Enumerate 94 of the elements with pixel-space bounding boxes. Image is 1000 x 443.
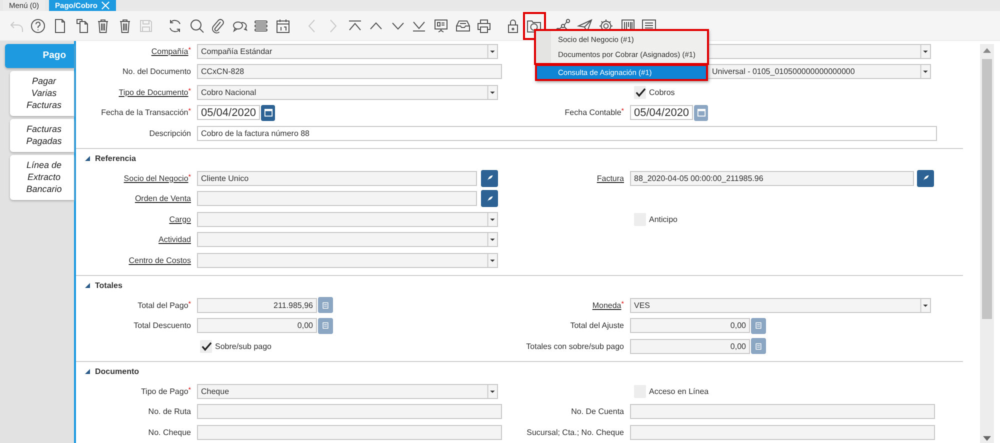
search-field[interactable] <box>197 191 477 206</box>
caret-icon <box>487 44 497 59</box>
field-label: Cargo <box>168 214 192 224</box>
scroll-up-icon[interactable] <box>983 48 991 53</box>
folder-button[interactable] <box>524 12 546 38</box>
dropdown-field[interactable]: Cheque <box>197 384 498 399</box>
save-icon <box>138 18 154 34</box>
text-field[interactable]: Cobro de la factura número 88 <box>197 126 937 141</box>
lookup-button[interactable] <box>481 190 498 208</box>
lookup-button[interactable] <box>481 170 498 187</box>
caret-icon <box>487 252 497 268</box>
paperclip-icon <box>210 18 226 34</box>
refresh-icon <box>166 18 183 34</box>
calendar-icon <box>274 18 291 34</box>
checkbox-label: Acceso en Línea <box>649 386 709 396</box>
help-icon <box>30 18 46 34</box>
search-icon <box>188 18 205 34</box>
caret-icon <box>920 298 930 313</box>
checkbox-label: Anticipo <box>649 214 678 224</box>
date-field[interactable]: 05/04/2020 <box>197 105 260 120</box>
field-label: No. de Ruta <box>147 407 192 416</box>
field-label: Total del Ajuste <box>569 321 625 330</box>
field-label: Fecha Contable$^{*}$ <box>564 108 625 118</box>
lookup-button[interactable] <box>917 170 934 187</box>
feather-icon <box>922 174 930 182</box>
field-label: Orden de Venta <box>134 194 192 204</box>
field-label: Centro de Costos <box>128 256 192 265</box>
printer-icon <box>476 18 492 34</box>
copy-icon <box>74 18 90 34</box>
side-tab[interactable]: Línea de Extracto Bancario <box>10 155 74 200</box>
side-tab[interactable]: Facturas Pagadas <box>10 119 74 152</box>
feather-icon <box>486 174 494 182</box>
scroll-down-icon[interactable] <box>983 436 991 441</box>
dropdown-field[interactable]: Cobro Nacional <box>197 84 498 100</box>
text-field[interactable] <box>197 424 502 440</box>
checkbox-label: Sobre/sub pago <box>215 342 272 351</box>
field-label: No. del Documento <box>122 67 192 76</box>
caret-icon <box>487 232 497 248</box>
checkbox[interactable] <box>200 340 212 353</box>
field-label: Sucursal; Cta.; No. Cheque <box>526 428 625 437</box>
dropdown-field[interactable] <box>197 252 498 268</box>
folder-icon <box>526 18 542 34</box>
field-label: Actividad <box>158 235 192 244</box>
list-icon <box>253 18 270 34</box>
field-label: Descripción <box>148 128 192 138</box>
dropdown-field[interactable] <box>197 212 498 227</box>
section-title: Referencia <box>95 154 136 163</box>
scrollbar-thumb[interactable] <box>982 59 992 319</box>
dropdown-field[interactable]: Compañía Estándar <box>197 44 498 59</box>
field-label: Totales con sobre/sub pago <box>525 342 625 351</box>
checkbox[interactable] <box>634 86 646 99</box>
caret-icon <box>487 384 497 399</box>
dropdown-field[interactable] <box>197 232 498 248</box>
field-label: Total del Pago$^{*}$ <box>136 300 192 310</box>
field-label: Factura <box>596 174 625 183</box>
field-label: Moneda$^{*}$ <box>591 300 625 310</box>
tray-icon <box>454 18 471 34</box>
field-label: No. Cheque <box>147 428 192 437</box>
dropdown-field[interactable]: VES <box>630 298 931 313</box>
checkbox-label: Cobros <box>649 88 675 97</box>
calculator-icon <box>322 322 329 330</box>
text-field[interactable] <box>630 404 935 420</box>
collapse-icon[interactable] <box>85 283 90 288</box>
calendar-button[interactable] <box>261 104 275 121</box>
side-tab[interactable]: Pagar Varias Facturas <box>10 71 74 116</box>
section-title: Totales <box>95 281 122 290</box>
feather-icon <box>486 194 494 203</box>
field-label: Fecha de la Transacción$^{*}$ <box>100 108 192 118</box>
field-label: Socio del Negocio$^{*}$ <box>122 174 192 183</box>
caret-icon <box>920 64 930 80</box>
field-label: Compañía$^{*}$ <box>150 46 192 56</box>
calculator-icon <box>322 302 329 309</box>
caret-icon <box>487 212 497 227</box>
calendar-icon <box>264 108 272 118</box>
text-field[interactable] <box>630 424 935 440</box>
field-label: No. De Cuenta <box>570 407 625 416</box>
caret-icon <box>487 84 497 100</box>
search-field[interactable]: 88_2020-04-05 00:00:00_211985.96 <box>630 170 914 186</box>
field-label: Tipo de Pago$^{*}$ <box>140 386 192 396</box>
field-label: Total Descuento <box>132 321 192 330</box>
search-field[interactable]: Cliente Unico <box>197 170 477 186</box>
calculator-icon <box>755 342 762 350</box>
calculator-icon <box>755 322 762 330</box>
report-icon <box>433 18 450 34</box>
collapse-icon[interactable] <box>85 156 90 161</box>
field-label: Tipo de Documento$^{*}$ <box>118 88 192 97</box>
collapse-icon[interactable] <box>85 369 90 374</box>
section-title: Documento <box>95 367 139 376</box>
text-field[interactable] <box>197 404 502 420</box>
scrollbar[interactable] <box>980 44 994 443</box>
calendar-icon <box>696 108 706 118</box>
caret-icon <box>920 44 930 59</box>
close-icon[interactable] <box>100 1 110 10</box>
text-field[interactable]: CCxCN-828 <box>197 64 502 80</box>
